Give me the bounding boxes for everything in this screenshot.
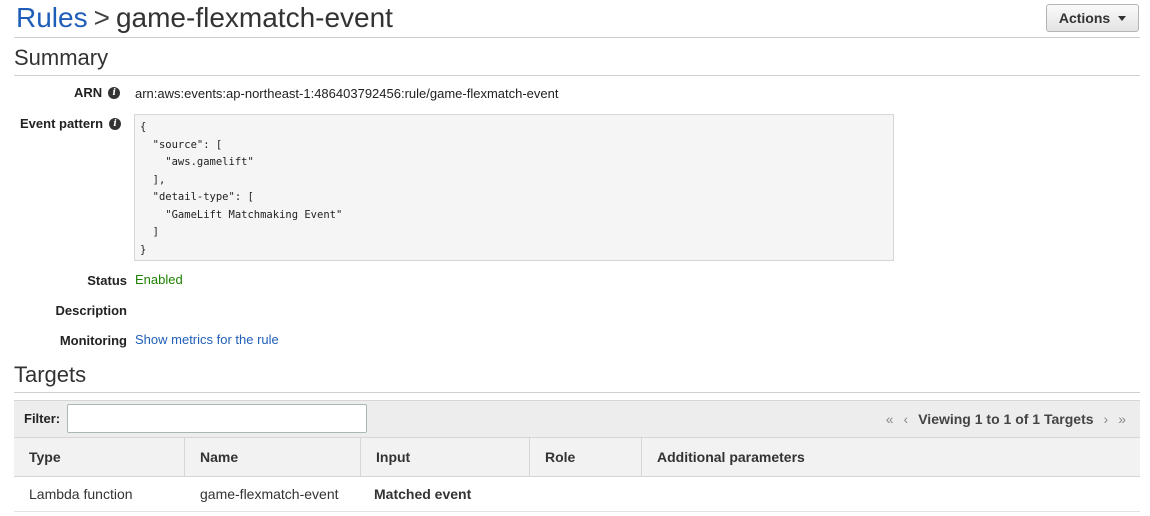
column-header-input[interactable]: Input [361,438,530,476]
column-header-type[interactable]: Type [14,438,185,476]
pager-text: Viewing 1 to 1 of 1 Targets [918,411,1094,427]
filter-bar: Filter: « ‹ Viewing 1 to 1 of 1 Targets … [14,400,1140,437]
breadcrumb-rules-link[interactable]: Rules [16,2,88,33]
arn-label: ARN [74,85,103,100]
table-row[interactable]: Lambda function game-flexmatch-event Mat… [14,477,1140,512]
targets-divider [14,392,1140,393]
cell-additional-parameters [642,477,1140,511]
breadcrumb-separator: > [93,2,110,33]
event-pattern-label-group: Event pattern i [20,116,122,131]
prev-page-icon[interactable]: ‹ [904,411,909,427]
page-title: game-flexmatch-event [115,2,393,33]
targets-heading: Targets [14,362,87,387]
actions-button[interactable]: Actions [1046,4,1139,32]
cell-role [530,477,642,511]
column-header-additional-parameters[interactable]: Additional parameters [642,438,1140,476]
caret-down-icon [1118,15,1127,21]
pagination: « ‹ Viewing 1 to 1 of 1 Targets › » [886,411,1126,427]
next-page-icon[interactable]: › [1104,411,1109,427]
summary-heading: Summary [14,45,109,70]
info-icon[interactable]: i [108,86,121,99]
event-pattern-json: { "source": [ "aws.gamelift" ], "detail-… [140,121,343,256]
monitoring-label: Monitoring [59,333,127,348]
event-pattern-label: Event pattern [20,116,104,131]
column-header-name[interactable]: Name [185,438,361,476]
summary-divider [14,75,1140,76]
arn-value: arn:aws:events:ap-northeast-1:4864037924… [135,86,559,101]
first-page-icon[interactable]: « [886,411,894,427]
cell-type: Lambda function [29,486,133,502]
cell-input: Matched event [374,486,472,502]
header-divider [14,37,1140,38]
cell-name-link[interactable]: game-flexmatch-event [185,477,361,511]
event-pattern-code: { "source": [ "aws.gamelift" ], "detail-… [134,114,894,261]
actions-button-label: Actions [1058,10,1111,26]
status-value: Enabled [135,272,183,287]
status-label: Status [87,273,127,288]
info-icon[interactable]: i [109,117,122,130]
filter-input[interactable] [67,404,367,433]
arn-label-group: ARN i [74,85,121,100]
show-metrics-link[interactable]: Show metrics for the rule [135,332,279,347]
description-label: Description [55,303,127,318]
column-header-role[interactable]: Role [530,438,642,476]
last-page-icon[interactable]: » [1118,411,1126,427]
targets-table-header: Type Name Input Role Additional paramete… [14,437,1140,477]
breadcrumb: Rules > game-flexmatch-event [16,0,393,36]
filter-label: Filter: [24,411,61,426]
